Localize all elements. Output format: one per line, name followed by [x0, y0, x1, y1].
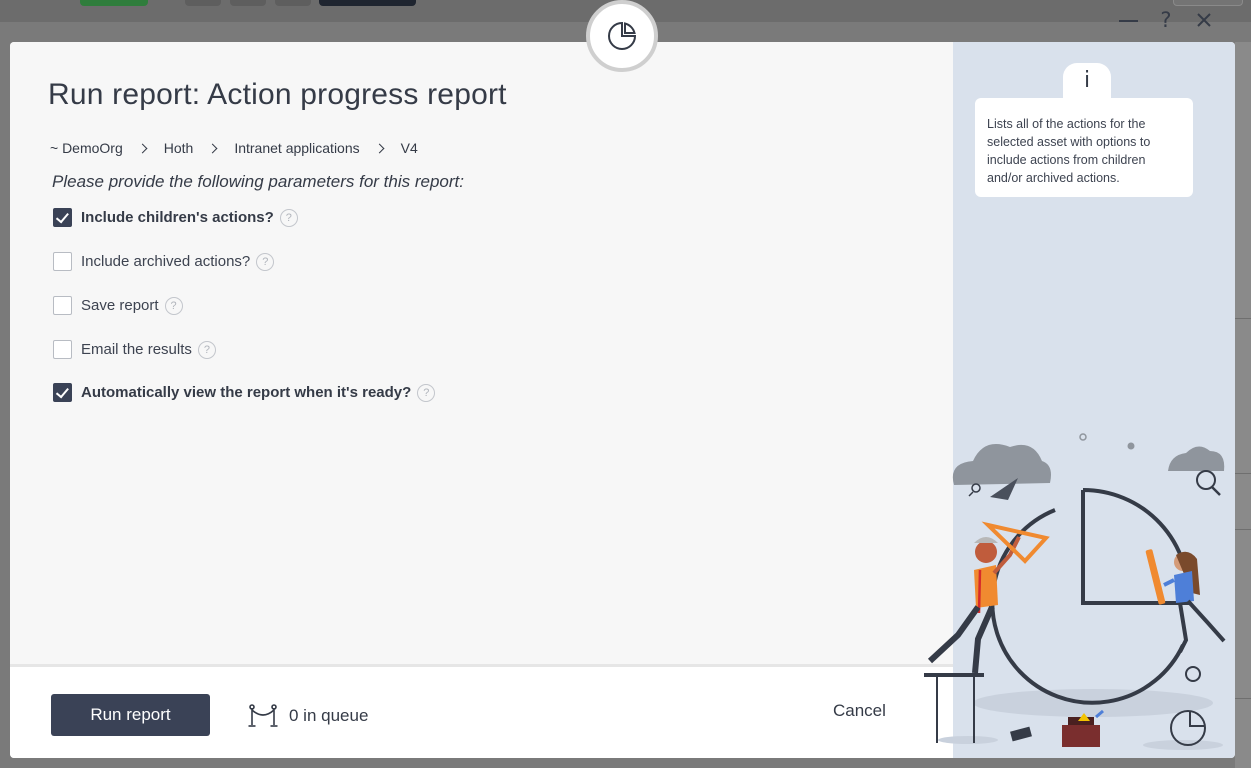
- parameters-pane: Run report: Action progress report ~ Dem…: [10, 42, 953, 664]
- param-label: Include children's actions?: [81, 209, 274, 226]
- param-email-results[interactable]: Email the results ?: [53, 340, 216, 359]
- include-children-checkbox[interactable]: [53, 208, 72, 227]
- chevron-right-icon: [207, 143, 218, 153]
- param-save-report[interactable]: Save report ?: [53, 296, 183, 315]
- help-icon[interactable]: ?: [279, 208, 298, 227]
- help-icon[interactable]: ?: [164, 296, 183, 315]
- report-badge: [586, 0, 658, 72]
- breadcrumb: ~ DemoOrg Hoth Intranet applications V4: [50, 140, 418, 156]
- queue-count: 0 in queue: [289, 706, 369, 725]
- param-auto-view[interactable]: Automatically view the report when it's …: [53, 383, 436, 402]
- include-archived-checkbox[interactable]: [53, 252, 72, 271]
- auto-view-checkbox[interactable]: [53, 383, 72, 402]
- minimize-button[interactable]: [1116, 8, 1140, 32]
- report-description: Lists all of the actions for the selecte…: [975, 98, 1193, 197]
- breadcrumb-org[interactable]: ~ DemoOrg: [50, 140, 123, 156]
- background-divider: [1235, 318, 1251, 319]
- background-column: [1235, 42, 1251, 768]
- queue-status: 0 in queue: [247, 703, 368, 729]
- run-report-button[interactable]: Run report: [51, 694, 210, 736]
- background-button: [230, 0, 266, 6]
- param-label: Include archived actions?: [81, 253, 251, 270]
- chevron-right-icon: [374, 143, 385, 153]
- cancel-button[interactable]: Cancel: [833, 701, 886, 721]
- param-include-archived[interactable]: Include archived actions? ?: [53, 252, 275, 271]
- parameters-prompt: Please provide the following parameters …: [52, 172, 464, 191]
- background-button: [185, 0, 221, 6]
- help-button[interactable]: ?: [1154, 8, 1178, 32]
- close-button[interactable]: [1192, 8, 1216, 32]
- param-include-children[interactable]: Include children's actions? ?: [53, 208, 298, 227]
- background-divider: [1235, 473, 1251, 474]
- background-divider: [1235, 529, 1251, 530]
- chevron-right-icon: [137, 143, 148, 153]
- info-icon: i: [1063, 63, 1111, 103]
- save-report-checkbox[interactable]: [53, 296, 72, 315]
- pie-chart-icon: [608, 21, 637, 50]
- param-label: Save report: [81, 297, 159, 314]
- help-icon[interactable]: ?: [417, 383, 436, 402]
- email-results-checkbox[interactable]: [53, 340, 72, 359]
- background-button: [80, 0, 148, 6]
- help-icon[interactable]: ?: [256, 252, 275, 271]
- breadcrumb-hoth[interactable]: Hoth: [164, 140, 194, 156]
- background-button: [1173, 0, 1243, 6]
- dialog-title: Run report: Action progress report: [48, 78, 507, 111]
- param-label: Email the results: [81, 341, 192, 358]
- dialog-footer: Run report 0 in queue Cancel: [10, 664, 953, 758]
- help-icon[interactable]: ?: [197, 340, 216, 359]
- illustration-people-building-chart: [924, 433, 1226, 750]
- param-label: Automatically view the report when it's …: [81, 384, 412, 401]
- close-icon: [1197, 13, 1211, 27]
- breadcrumb-v4[interactable]: V4: [401, 140, 418, 156]
- background-button: [319, 0, 416, 6]
- queue-stanchion-icon: [248, 704, 278, 727]
- background-button: [275, 0, 311, 6]
- breadcrumb-intranet-applications[interactable]: Intranet applications: [234, 140, 359, 156]
- background-divider: [1235, 698, 1251, 699]
